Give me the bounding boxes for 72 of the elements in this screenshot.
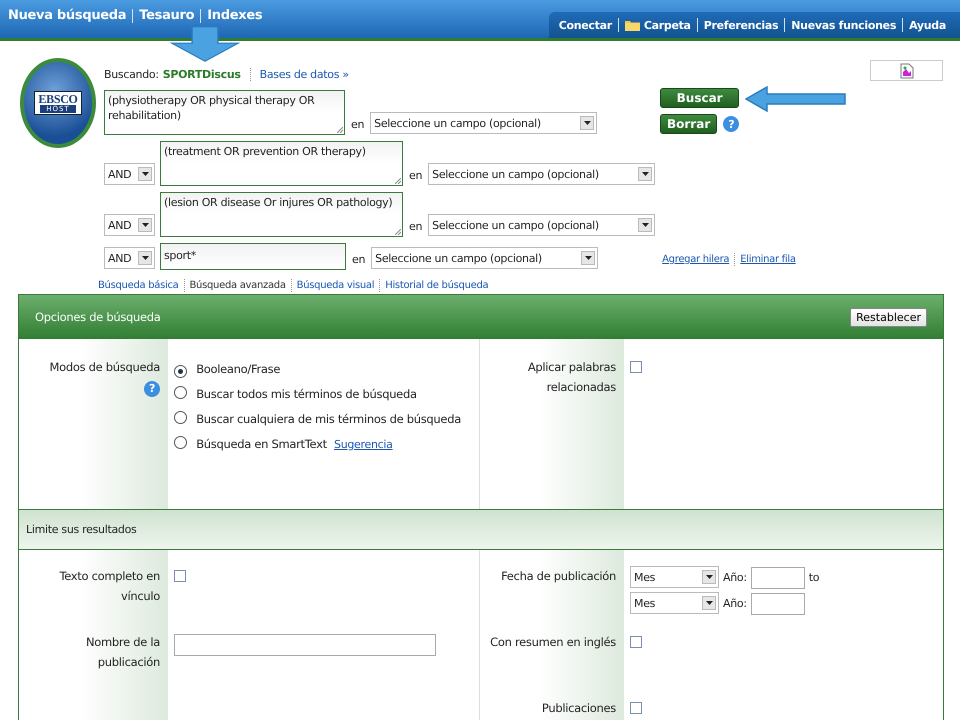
checkbox[interactable]	[630, 636, 642, 648]
field-label: Modos de búsqueda	[50, 359, 160, 376]
field-label: Texto completo en vínculo	[58, 568, 160, 605]
field-select[interactable]: Seleccione un campo (opcional)	[428, 214, 656, 236]
broken-image-icon	[900, 62, 914, 78]
radio-label: Buscar todos mis términos de búsqueda	[196, 387, 417, 401]
resize-grip-icon[interactable]	[337, 127, 343, 133]
search-input[interactable]: sport*	[160, 243, 346, 270]
publication-name-input[interactable]	[174, 634, 436, 656]
checkbox[interactable]	[630, 702, 642, 714]
database-name: SPORTDiscus	[162, 68, 241, 80]
operator-select[interactable]: AND	[104, 214, 155, 236]
databases-link[interactable]: Bases de datos »	[260, 68, 349, 80]
radio-label: Búsqueda en SmartText	[196, 437, 327, 451]
in-label: en	[351, 118, 364, 131]
nav-link[interactable]: Carpeta	[644, 18, 691, 32]
folder-icon	[624, 19, 640, 31]
field-label: Aplicar palabras relacionadas	[526, 359, 616, 396]
radio-label: Booleano/Frase	[196, 362, 280, 376]
field-select[interactable]: Seleccione un campo (opcional)	[370, 112, 598, 134]
search-mode-tab[interactable]: Búsqueda visual	[296, 280, 374, 291]
radio-button[interactable]	[174, 365, 187, 378]
radio-button[interactable]	[174, 386, 187, 399]
in-label: en	[409, 169, 422, 182]
month-select[interactable]: Mes	[630, 566, 719, 588]
search-button[interactable]: Buscar	[660, 88, 740, 108]
to-label: to	[808, 571, 820, 584]
operator-select[interactable]: AND	[104, 163, 155, 185]
searching-label: Buscando:	[104, 68, 159, 80]
reset-button[interactable]: Restablecer	[850, 308, 927, 326]
field-label: Nombre de la publicación	[84, 634, 160, 671]
nav-link[interactable]: Indexes	[207, 8, 262, 23]
logo-text: EBSCO	[38, 93, 78, 105]
radio-label: Buscar cualquiera de mis términos de búsqueda	[196, 412, 461, 426]
suggestion-link[interactable]: Sugerencia	[334, 438, 393, 451]
nav-link[interactable]: Preferencias	[704, 18, 778, 32]
field-label: Fecha de publicación	[501, 568, 616, 585]
search-textarea[interactable]: (lesion OR disease Or injures OR pathology)	[160, 192, 403, 237]
radio-button[interactable]	[174, 436, 187, 449]
field-label: Publicaciones	[542, 700, 616, 717]
callout-arrow	[170, 26, 240, 62]
row-link[interactable]: Eliminar fila	[740, 254, 796, 265]
search-textarea[interactable]: (physiotherapy OR physical therapy OR rehabilitation)	[104, 90, 345, 135]
resize-grip-icon[interactable]	[395, 229, 401, 235]
nav-link[interactable]: Nuevas funciones	[791, 18, 896, 32]
checkbox[interactable]	[630, 361, 642, 373]
radio-button[interactable]	[174, 411, 187, 424]
resize-grip-icon[interactable]	[395, 178, 401, 184]
nav-link[interactable]: Nueva búsqueda	[8, 8, 126, 23]
search-textarea[interactable]: (treatment OR prevention OR therapy)	[160, 141, 403, 186]
year-label: Año:	[723, 597, 747, 610]
in-label: en	[352, 253, 366, 266]
section-title: Limite sus resultados	[26, 523, 136, 536]
year-label: Año:	[723, 571, 747, 584]
nav-link[interactable]: Tesauro	[139, 8, 194, 23]
panel-title: Opciones de búsqueda	[35, 310, 161, 324]
operator-select[interactable]: AND	[104, 247, 155, 269]
row-link[interactable]: Agregar hilera	[662, 254, 730, 265]
in-label: en	[409, 220, 422, 233]
nav-link[interactable]: Conectar	[558, 18, 612, 32]
clear-button[interactable]: Borrar	[660, 114, 718, 134]
month-select[interactable]: Mes	[630, 592, 719, 614]
field-label: Con resumen en inglés	[490, 634, 616, 651]
search-mode-tab[interactable]: Búsqueda básica	[98, 280, 178, 291]
year-input[interactable]	[750, 566, 805, 588]
search-mode-tab[interactable]: Historial de búsqueda	[385, 280, 488, 291]
nav-link[interactable]: Ayuda	[909, 18, 946, 32]
search-mode-tab[interactable]: Búsqueda avanzada	[190, 280, 286, 291]
field-select[interactable]: Seleccione un campo (opcional)	[371, 247, 598, 269]
year-input[interactable]	[750, 592, 805, 614]
checkbox[interactable]	[174, 570, 186, 582]
field-select[interactable]: Seleccione un campo (opcional)	[428, 163, 656, 185]
